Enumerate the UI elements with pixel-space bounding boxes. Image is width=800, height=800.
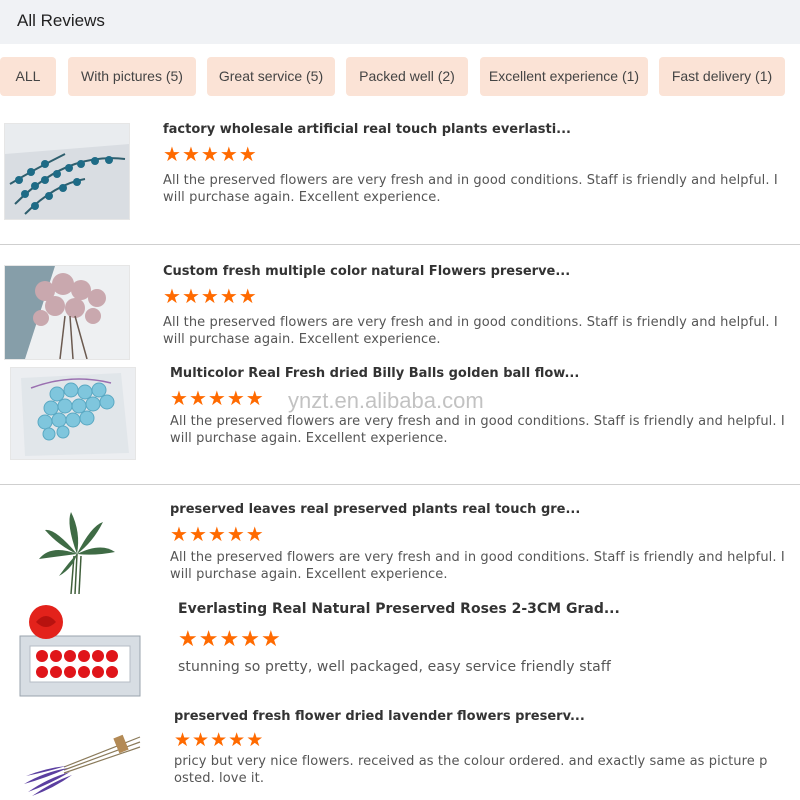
star-icon: ★ — [198, 626, 219, 651]
star-icon: ★ — [170, 524, 188, 546]
star-icon: ★ — [226, 388, 245, 410]
divider — [0, 244, 800, 245]
star-icon: ★ — [240, 626, 260, 651]
review-text: All the preserved flowers are very fresh… — [163, 315, 778, 347]
star-icon: ★ — [200, 286, 219, 308]
filter-chip-great-service[interactable]: Great service (5) — [207, 57, 335, 96]
divider — [0, 484, 800, 485]
page-header: All Reviews — [0, 0, 800, 44]
review-text: All the preserved flowers are very fresh… — [170, 414, 785, 446]
star-icon: ★ — [219, 286, 238, 308]
star-icon: ★ — [181, 286, 200, 308]
star-icon: ★ — [245, 388, 264, 410]
star-icon: ★ — [181, 144, 200, 166]
star-icon: ★ — [188, 388, 207, 410]
review-text: pricy but very nice flowers. received as… — [174, 754, 768, 786]
star-icon: ★ — [226, 524, 245, 546]
star-icon: ★ — [238, 144, 257, 166]
rating-stars: ★★★★★ — [170, 389, 265, 409]
star-icon: ★ — [170, 388, 188, 410]
star-icon: ★ — [238, 286, 257, 308]
star-icon: ★ — [163, 144, 181, 166]
star-icon: ★ — [163, 286, 181, 308]
star-icon: ★ — [210, 730, 228, 751]
star-icon: ★ — [219, 626, 240, 651]
rating-stars: ★★★★★ — [163, 145, 258, 165]
star-icon: ★ — [188, 524, 207, 546]
product-thumbnail[interactable] — [4, 123, 130, 220]
product-thumbnail[interactable] — [17, 601, 144, 702]
rating-stars: ★★★★★ — [174, 731, 264, 750]
filter-chip-excellent-experience[interactable]: Excellent experience (1) — [480, 57, 648, 96]
star-icon: ★ — [219, 144, 238, 166]
filter-chip-packed-well[interactable]: Packed well (2) — [346, 57, 468, 96]
review-product-title[interactable]: factory wholesale artificial real touch … — [163, 122, 571, 137]
product-thumbnail[interactable] — [10, 367, 136, 460]
review-text: All the preserved flowers are very fresh… — [163, 173, 778, 205]
filter-chip-with-pictures[interactable]: With pictures (5) — [68, 57, 196, 96]
review-product-title[interactable]: preserved leaves real preserved plants r… — [170, 502, 580, 517]
rating-stars: ★★★★★ — [170, 525, 265, 545]
review-product-title[interactable]: preserved fresh flower dried lavender fl… — [174, 709, 585, 724]
star-icon: ★ — [200, 144, 219, 166]
watermark: ynzt.en.alibaba.com — [288, 388, 484, 413]
star-icon: ★ — [178, 626, 198, 651]
rating-stars: ★★★★★ — [178, 628, 282, 650]
review-filter-bar: ALL With pictures (5) Great service (5) … — [0, 57, 800, 97]
star-icon: ★ — [207, 524, 226, 546]
product-thumbnail[interactable] — [23, 711, 142, 798]
review-text: stunning so pretty, well packaged, easy … — [178, 659, 611, 675]
star-icon: ★ — [207, 388, 226, 410]
product-thumbnail[interactable] — [10, 503, 136, 597]
review-text: All the preserved flowers are very fresh… — [170, 550, 785, 582]
star-icon: ★ — [228, 730, 246, 751]
star-icon: ★ — [174, 730, 192, 751]
review-product-title[interactable]: Everlasting Real Natural Preserved Roses… — [178, 601, 620, 617]
filter-chip-fast-delivery[interactable]: Fast delivery (1) — [659, 57, 785, 96]
star-icon: ★ — [260, 626, 281, 651]
star-icon: ★ — [192, 730, 210, 751]
review-product-title[interactable]: Custom fresh multiple color natural Flow… — [163, 264, 570, 279]
page-title: All Reviews — [17, 11, 105, 30]
review-product-title[interactable]: Multicolor Real Fresh dried Billy Balls … — [170, 366, 579, 381]
product-thumbnail[interactable] — [4, 265, 130, 360]
rating-stars: ★★★★★ — [163, 287, 258, 307]
star-icon: ★ — [245, 524, 264, 546]
star-icon: ★ — [246, 730, 264, 751]
filter-chip-all[interactable]: ALL — [0, 57, 56, 96]
